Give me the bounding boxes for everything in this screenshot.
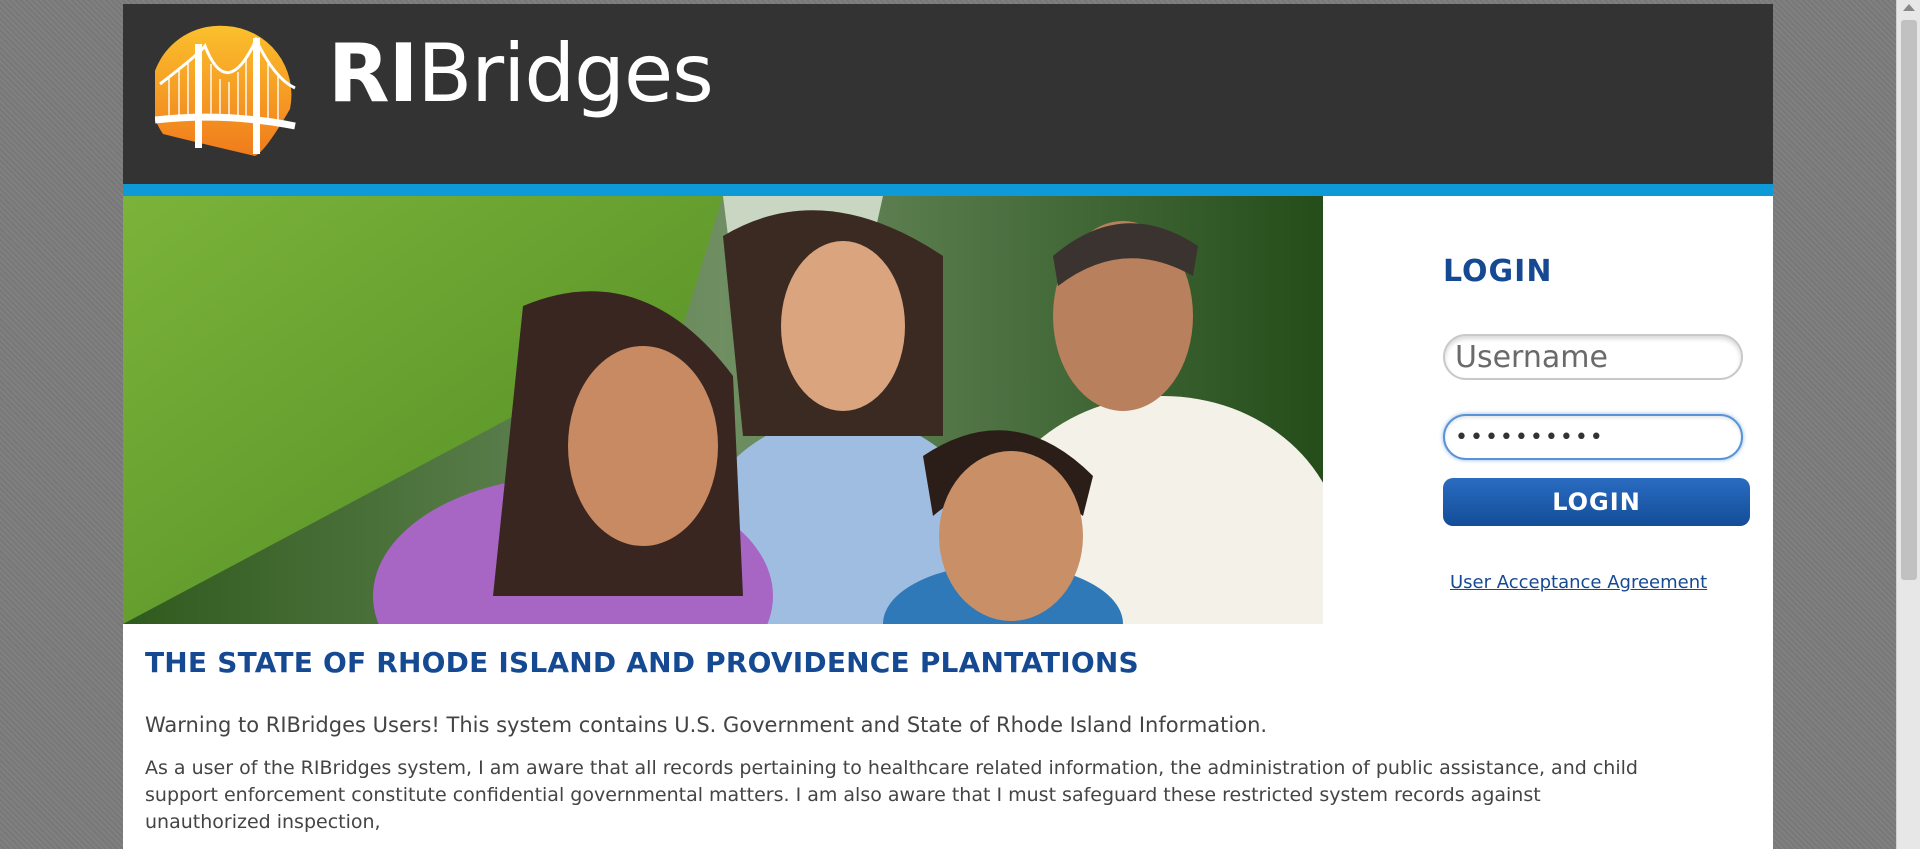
- notice-section: THE STATE OF RHODE ISLAND AND PROVIDENCE…: [145, 646, 1745, 836]
- warning-text: Warning to RIBridges Users! This system …: [145, 713, 1268, 737]
- login-button[interactable]: LOGIN: [1443, 478, 1750, 526]
- logo-text-regular: Bridges: [417, 27, 713, 120]
- state-title: THE STATE OF RHODE ISLAND AND PROVIDENCE…: [145, 646, 1139, 679]
- password-input[interactable]: [1443, 414, 1743, 460]
- hero-family-photo: [123, 196, 1323, 624]
- bridge-sun-logo-icon: [155, 25, 296, 156]
- scroll-up-arrow-icon[interactable]: [1903, 4, 1915, 11]
- user-acceptance-agreement-link[interactable]: User Acceptance Agreement: [1450, 572, 1707, 593]
- header-accent-stripe: [123, 184, 1773, 196]
- username-input[interactable]: [1443, 334, 1743, 380]
- login-panel: LOGIN LOGIN User Acceptance Agreement: [1443, 196, 1773, 624]
- notice-paragraph: As a user of the RIBridges system, I am …: [145, 757, 1638, 833]
- login-heading: LOGIN: [1443, 254, 1553, 289]
- scrollbar-thumb[interactable]: [1901, 20, 1917, 580]
- vertical-scrollbar[interactable]: [1896, 0, 1920, 849]
- logo-text-bold: RI: [328, 27, 418, 120]
- site-header: RIBridges: [123, 4, 1773, 184]
- site-logo-text: RIBridges: [328, 34, 714, 114]
- page-container: RIBridges LOGIN Username •••••••••• LOGI…: [123, 4, 1773, 849]
